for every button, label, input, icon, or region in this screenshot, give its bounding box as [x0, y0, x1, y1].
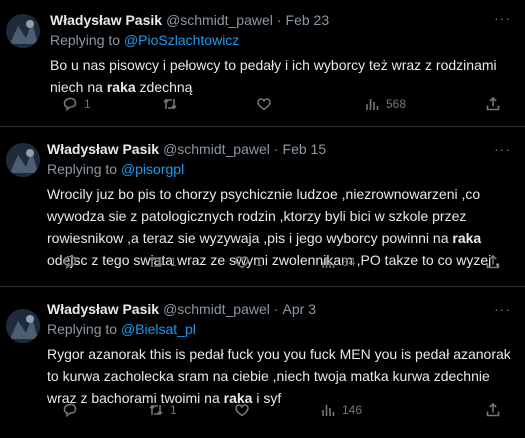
more-icon[interactable]: ··· [494, 301, 511, 317]
avatar[interactable] [6, 14, 40, 48]
tweet-text-line: wywodza sie z patologicznych rodzin ,kto… [47, 205, 513, 227]
share-icon [486, 402, 500, 417]
tweet-actions: 1 568 [62, 94, 501, 114]
share-icon [486, 96, 500, 111]
text-segment: niech na [50, 79, 107, 95]
retweet-icon [149, 404, 163, 416]
share-icon [486, 254, 500, 269]
reply-icon [63, 255, 77, 270]
text-segment: zdechną [135, 79, 193, 95]
replying-prefix: Replying to [47, 321, 118, 337]
tweet-header: Władysław Pasik @schmidt_pawel · Apr 3 [47, 299, 513, 319]
more-icon[interactable]: ··· [494, 141, 511, 157]
share-button[interactable] [485, 94, 501, 114]
mention-link[interactable]: @Bielsat_pl [121, 321, 196, 337]
share-button[interactable] [485, 400, 501, 420]
views-count: 146 [342, 403, 363, 417]
tweet[interactable]: Władysław Pasik @schmidt_pawel · Feb 23 … [0, 0, 525, 127]
more-icon[interactable]: ··· [494, 10, 511, 26]
tweet-header: Władysław Pasik @schmidt_pawel · Feb 23 [50, 10, 513, 30]
author-name[interactable]: Władysław Pasik [47, 139, 159, 159]
retweet-count: 1 [170, 255, 177, 269]
like-icon [235, 256, 249, 269]
text-segment: rowiesnikow ,a teraz sie wyzywaja ,pis i… [47, 230, 453, 246]
retweet-button[interactable]: 1 [148, 400, 234, 420]
views-icon [366, 99, 379, 110]
reply-count: 1 [84, 97, 91, 111]
replying-prefix: Replying to [50, 32, 121, 48]
like-icon [235, 404, 249, 417]
tweet-text-line: Wrocily juz bo pis to chorzy psychicznie… [47, 183, 513, 205]
retweet-icon [149, 256, 163, 268]
text-segment: to kurwa zacholecka sram na ciebie ,niec… [47, 368, 490, 384]
replying-prefix: Replying to [47, 161, 118, 177]
replying-to: Replying to @Bielsat_pl [47, 319, 513, 339]
reply-icon [63, 403, 77, 418]
separator: · [276, 12, 282, 28]
like-button[interactable] [256, 94, 364, 114]
author-handle[interactable]: @schmidt_pawel [163, 299, 270, 319]
like-button[interactable]: 1 [234, 252, 320, 272]
author-handle[interactable]: @schmidt_pawel [166, 10, 273, 30]
like-count: 1 [256, 255, 263, 269]
like-button[interactable] [234, 400, 320, 420]
views-icon [322, 405, 335, 416]
tweet[interactable]: Władysław Pasik @schmidt_pawel · Feb 15 … [0, 127, 525, 287]
like-icon [257, 98, 271, 111]
tweet-date[interactable]: Feb 15 [283, 139, 327, 159]
views-icon [322, 257, 335, 268]
views-count: 34 [342, 255, 356, 269]
bold-word: raka [106, 79, 136, 95]
retweet-button[interactable] [162, 94, 256, 114]
separator: · [273, 141, 279, 157]
tweet-date[interactable]: Feb 23 [286, 10, 330, 30]
avatar[interactable] [6, 143, 40, 177]
tweet-feed: Władysław Pasik @schmidt_pawel · Feb 23 … [0, 0, 525, 438]
author-handle[interactable]: @schmidt_pawel [163, 139, 270, 159]
text-segment: Bo u nas pisowcy i pełowcy to pedały i i… [50, 57, 497, 73]
retweet-count: 1 [170, 403, 177, 417]
mention-link[interactable]: @pisorgpl [121, 161, 184, 177]
tweet-date[interactable]: Apr 3 [283, 299, 316, 319]
mention-link[interactable]: @PioSzlachtowicz [124, 32, 239, 48]
tweet-text: Bo u nas pisowcy i pełowcy to pedały i i… [50, 54, 513, 98]
author-name[interactable]: Władysław Pasik [47, 299, 159, 319]
retweet-icon [163, 98, 177, 110]
views-button[interactable]: 34 [320, 252, 406, 272]
views-button[interactable]: 568 [364, 94, 450, 114]
text-segment: Rygor azanorak this is pedał fuck you yo… [47, 346, 511, 362]
tweet-header: Władysław Pasik @schmidt_pawel · Feb 15 [47, 139, 513, 159]
reply-icon [63, 97, 77, 112]
views-count: 568 [386, 97, 407, 111]
tweet[interactable]: Władysław Pasik @schmidt_pawel · Apr 3 ·… [0, 287, 525, 438]
author-name[interactable]: Władysław Pasik [50, 10, 162, 30]
tweet-actions: 1 146 [62, 400, 501, 420]
replying-to: Replying to @pisorgpl [47, 159, 513, 179]
views-button[interactable]: 146 [320, 400, 406, 420]
avatar[interactable] [6, 309, 40, 343]
reply-button[interactable]: 1 [62, 94, 162, 114]
text-segment: Wrocily juz bo pis to chorzy psychicznie… [47, 186, 481, 202]
tweet-text-line: rowiesnikow ,a teraz sie wyzywaja ,pis i… [47, 227, 513, 249]
bold-word: raka [452, 230, 482, 246]
tweet-text-line: Bo u nas pisowcy i pełowcy to pedały i i… [50, 54, 513, 76]
reply-button[interactable] [62, 252, 148, 272]
reply-button[interactable] [62, 400, 148, 420]
retweet-button[interactable]: 1 [148, 252, 234, 272]
text-segment: wywodza sie z patologicznych rodzin ,kto… [47, 208, 467, 224]
tweet-actions: 1 1 34 [62, 252, 501, 272]
tweet-text-line: to kurwa zacholecka sram na ciebie ,niec… [47, 365, 513, 387]
share-button[interactable] [485, 252, 501, 272]
replying-to: Replying to @PioSzlachtowicz [50, 30, 513, 50]
tweet-text-line: Rygor azanorak this is pedał fuck you yo… [47, 343, 513, 365]
separator: · [273, 301, 279, 317]
